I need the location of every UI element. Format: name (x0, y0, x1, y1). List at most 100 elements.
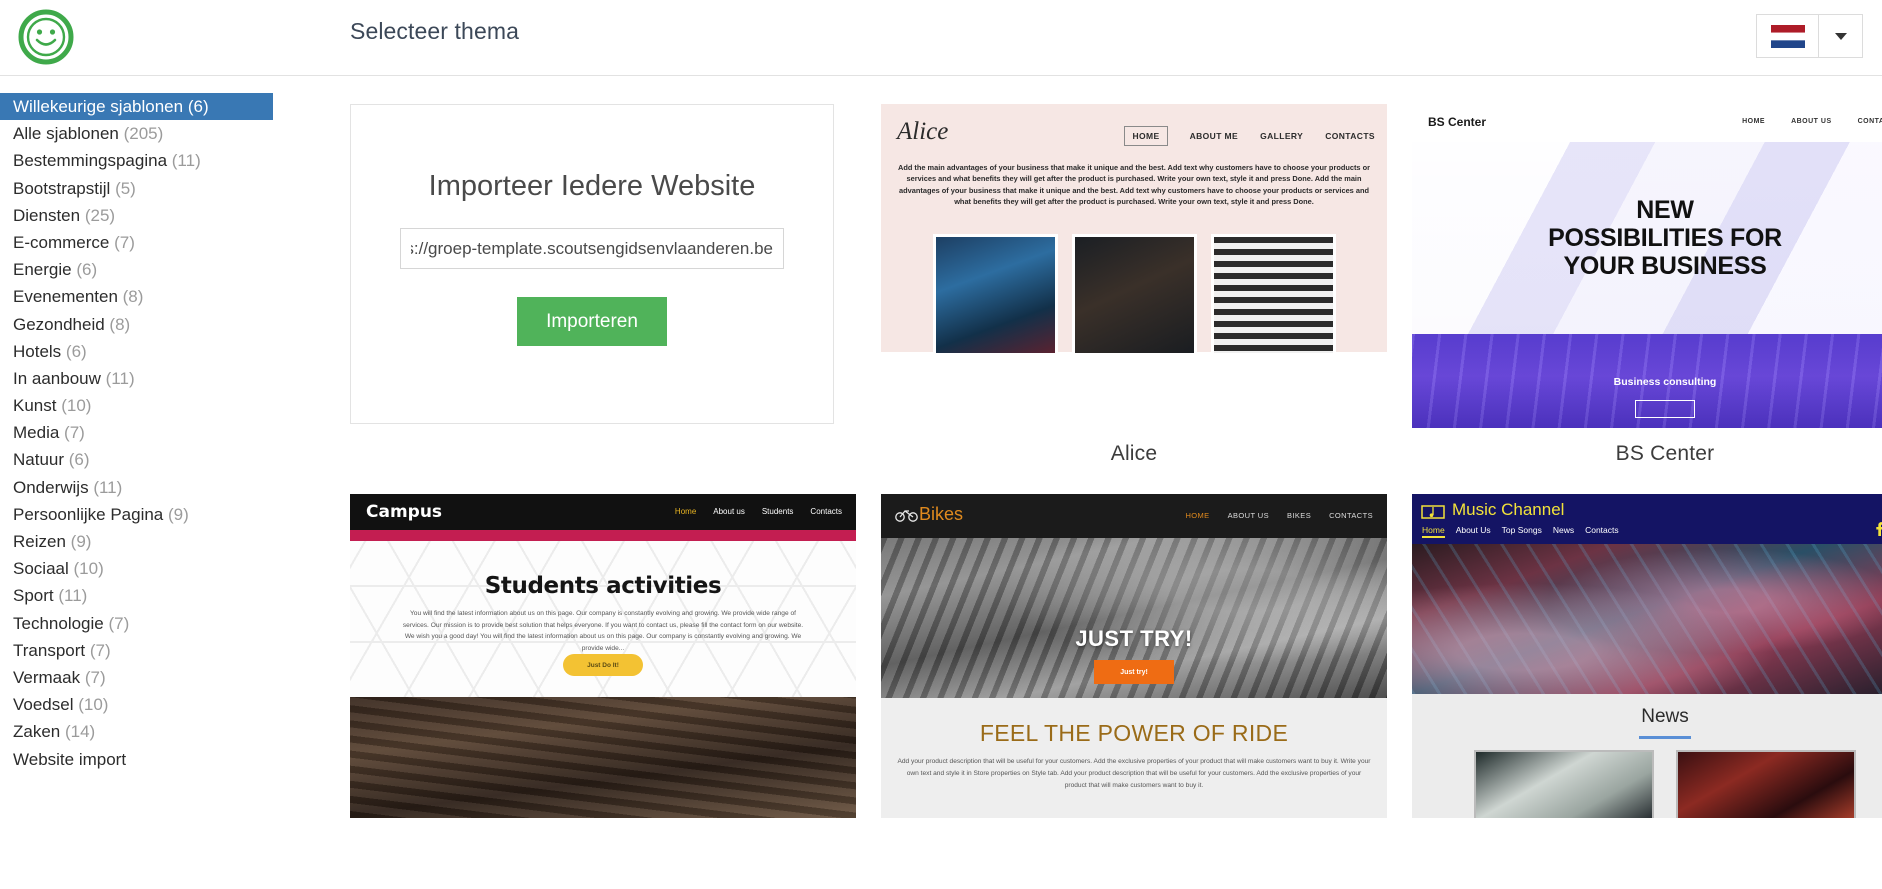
sidebar-item-bestemmingspagina[interactable]: Bestemmingspagina (11) (0, 147, 274, 174)
import-cell: Importeer Iedere Website Importeren (350, 104, 856, 494)
bs-center-photo-band: Business consulting (1412, 334, 1882, 428)
mc-nav-topsongs: Top Songs (1501, 525, 1542, 535)
sidebar-item-zaken[interactable]: Zaken (14) (0, 718, 274, 745)
sidebar-item-in-aanbouw[interactable]: In aanbouw (11) (0, 365, 274, 392)
chevron-down-icon (1834, 32, 1847, 40)
sidebar-item-count: (6) (68, 450, 90, 470)
mc-nav-about: About Us (1455, 525, 1491, 535)
campus-nav-home: Home (674, 507, 697, 516)
sidebar-item-gezondheid[interactable]: Gezondheid (8) (0, 311, 274, 338)
sidebar-item-count: (6) (187, 97, 209, 116)
sidebar-item-label: Persoonlijke Pagina (13, 504, 164, 524)
smiley-face-logo[interactable] (17, 8, 75, 66)
sidebar-item-label: Transport (13, 640, 86, 660)
template-card-bs-center[interactable]: BS Center HOME ABOUT US CONTACTS NEW POS… (1412, 104, 1882, 494)
alice-thumbnail[interactable]: Alice HOME ABOUT ME GALLERY CONTACTS Add… (881, 104, 1387, 428)
sidebar-item-sociaal[interactable]: Sociaal (10) (0, 555, 274, 582)
music-channel-hero-photo (1412, 544, 1882, 694)
bs-center-cta-button (1635, 400, 1695, 418)
category-sidebar: Willekeurige sjablonen (6) Alle sjablonen… (0, 77, 274, 889)
sidebar-item-sport[interactable]: Sport (11) (0, 582, 274, 609)
import-title: Importeer Iedere Website (428, 170, 756, 202)
music-channel-nav: Home About Us Top Songs News Contacts (1422, 525, 1619, 538)
alice-header: Alice HOME ABOUT ME GALLERY CONTACTS Add… (881, 104, 1387, 232)
campus-hero: Students activities You will find the la… (350, 541, 856, 697)
sidebar-item-count: (7) (114, 232, 135, 252)
news-thumb-2 (1676, 750, 1856, 818)
mc-nav-contacts: Contacts (1585, 525, 1619, 535)
website-import-panel: Importeer Iedere Website Importeren (350, 104, 834, 424)
sidebar-item-voedsel[interactable]: Voedsel (10) (0, 691, 274, 718)
import-button[interactable]: Importeren (517, 297, 667, 346)
bs-center-hero-text: NEW POSSIBILITIES FOR YOUR BUSINESS (1412, 196, 1882, 280)
bs-hero-line-1: NEW (1636, 196, 1694, 224)
template-name-alice: Alice (1110, 442, 1158, 465)
sidebar-item-willekeurige-sjablonen[interactable]: Willekeurige sjablonen (6) (0, 93, 273, 121)
sidebar-item-alle-sjablonen[interactable]: Alle sjablonen (205) (0, 120, 274, 147)
language-dropdown-button[interactable] (1819, 15, 1862, 57)
sidebar-item-count: (10) (61, 396, 92, 416)
campus-title: Students activities (484, 573, 722, 599)
sidebar-item-vermaak[interactable]: Vermaak (7) (0, 664, 274, 691)
sidebar-item-natuur[interactable]: Natuur (6) (0, 446, 274, 473)
template-card-music-channel[interactable]: Music Channel Home About Us Top Songs Ne… (1412, 494, 1882, 818)
app-header: Selecteer thema (0, 0, 1882, 76)
alice-footer-space (881, 352, 1387, 428)
sidebar-item-kunst[interactable]: Kunst (10) (0, 392, 274, 419)
sidebar-item-label: Sociaal (13, 559, 69, 579)
import-url-input[interactable] (400, 228, 784, 269)
sidebar-item-energie[interactable]: Energie (6) (0, 256, 274, 283)
music-note-icon (1420, 502, 1448, 527)
template-gallery: Importeer Iedere Website Importeren Alic… (274, 77, 1882, 889)
sidebar-item-persoonlijke-pagina[interactable]: Persoonlijke Pagina (9) (0, 501, 274, 528)
language-flag-button[interactable] (1757, 15, 1819, 57)
sidebar-item-label: Alle sjablonen (13, 124, 119, 144)
campus-nav-contacts: Contacts (810, 507, 842, 516)
sidebar-item-transport[interactable]: Transport (7) (0, 637, 274, 664)
sidebar-item-onderwijs[interactable]: Onderwijs (11) (0, 474, 274, 501)
language-switcher[interactable] (1756, 14, 1863, 58)
sidebar-item-label: Technologie (13, 613, 104, 633)
bikes-logo: Bikes (895, 504, 963, 525)
sidebar-item-label: Evenementen (13, 287, 118, 307)
sidebar-item-count: (14) (64, 722, 96, 742)
sidebar-item-label: Hotels (13, 341, 62, 361)
bs-center-thumbnail[interactable]: BS Center HOME ABOUT US CONTACTS NEW POS… (1412, 104, 1882, 428)
sidebar-item-bootstrapstijl[interactable]: Bootstrapstijl (5) (0, 175, 274, 202)
sidebar-item-label: Natuur (13, 450, 65, 470)
sidebar-item-count: (11) (105, 368, 135, 388)
bikes-nav-home: HOME (1185, 511, 1210, 520)
sidebar-item-website-import[interactable]: Website import (0, 746, 274, 773)
bs-center-nav: HOME ABOUT US CONTACTS (1742, 118, 1882, 125)
campus-thumbnail[interactable]: Campus Home About us Students Contacts S… (350, 494, 856, 818)
template-card-alice[interactable]: Alice HOME ABOUT ME GALLERY CONTACTS Add… (881, 104, 1387, 494)
campus-cta-button: Just Do It! (563, 654, 643, 676)
sidebar-item-evenementen[interactable]: Evenementen (8) (0, 283, 274, 310)
sidebar-item-label: Zaken (13, 722, 61, 742)
template-card-campus[interactable]: Campus Home About us Students Contacts S… (350, 494, 856, 818)
template-card-bikes[interactable]: Bikes HOME ABOUT US BIKES CONTACTS JUST … (881, 494, 1387, 818)
sidebar-item-count: (205) (123, 124, 164, 144)
sidebar-item-count: (10) (73, 559, 104, 579)
sidebar-item-count: (9) (70, 532, 92, 551)
sidebar-item-count: (6) (65, 341, 87, 361)
bikes-thumbnail[interactable]: Bikes HOME ABOUT US BIKES CONTACTS JUST … (881, 494, 1387, 818)
sidebar-item-diensten[interactable]: Diensten (25) (0, 202, 274, 229)
sidebar-item-e-commerce[interactable]: E-commerce (7) (0, 229, 274, 256)
sidebar-item-label: Bestemmingspagina (13, 151, 168, 171)
music-channel-logo: Music Channel (1452, 500, 1565, 519)
sidebar-item-reizen[interactable]: Reizen (9) (0, 528, 274, 555)
alice-nav-about: ABOUT ME (1189, 131, 1239, 141)
bs-center-logo: BS Center (1428, 115, 1487, 129)
sidebar-item-media[interactable]: Media (7) (0, 419, 274, 446)
bikes-footer-title: FEEL THE POWER OF RIDE (979, 720, 1289, 746)
music-channel-news-thumbs (1412, 750, 1882, 818)
sidebar-item-count: (10) (78, 695, 109, 715)
sidebar-item-hotels[interactable]: Hotels (6) (0, 338, 274, 365)
bikes-footer-text: Add your product description that will b… (897, 758, 1371, 790)
sidebar-item-label: Voedsel (13, 695, 74, 715)
music-channel-news-title: News (1641, 706, 1689, 727)
alice-nav-contacts: CONTACTS (1325, 131, 1375, 141)
music-channel-thumbnail[interactable]: Music Channel Home About Us Top Songs Ne… (1412, 494, 1882, 818)
sidebar-item-technologie[interactable]: Technologie (7) (0, 610, 274, 637)
